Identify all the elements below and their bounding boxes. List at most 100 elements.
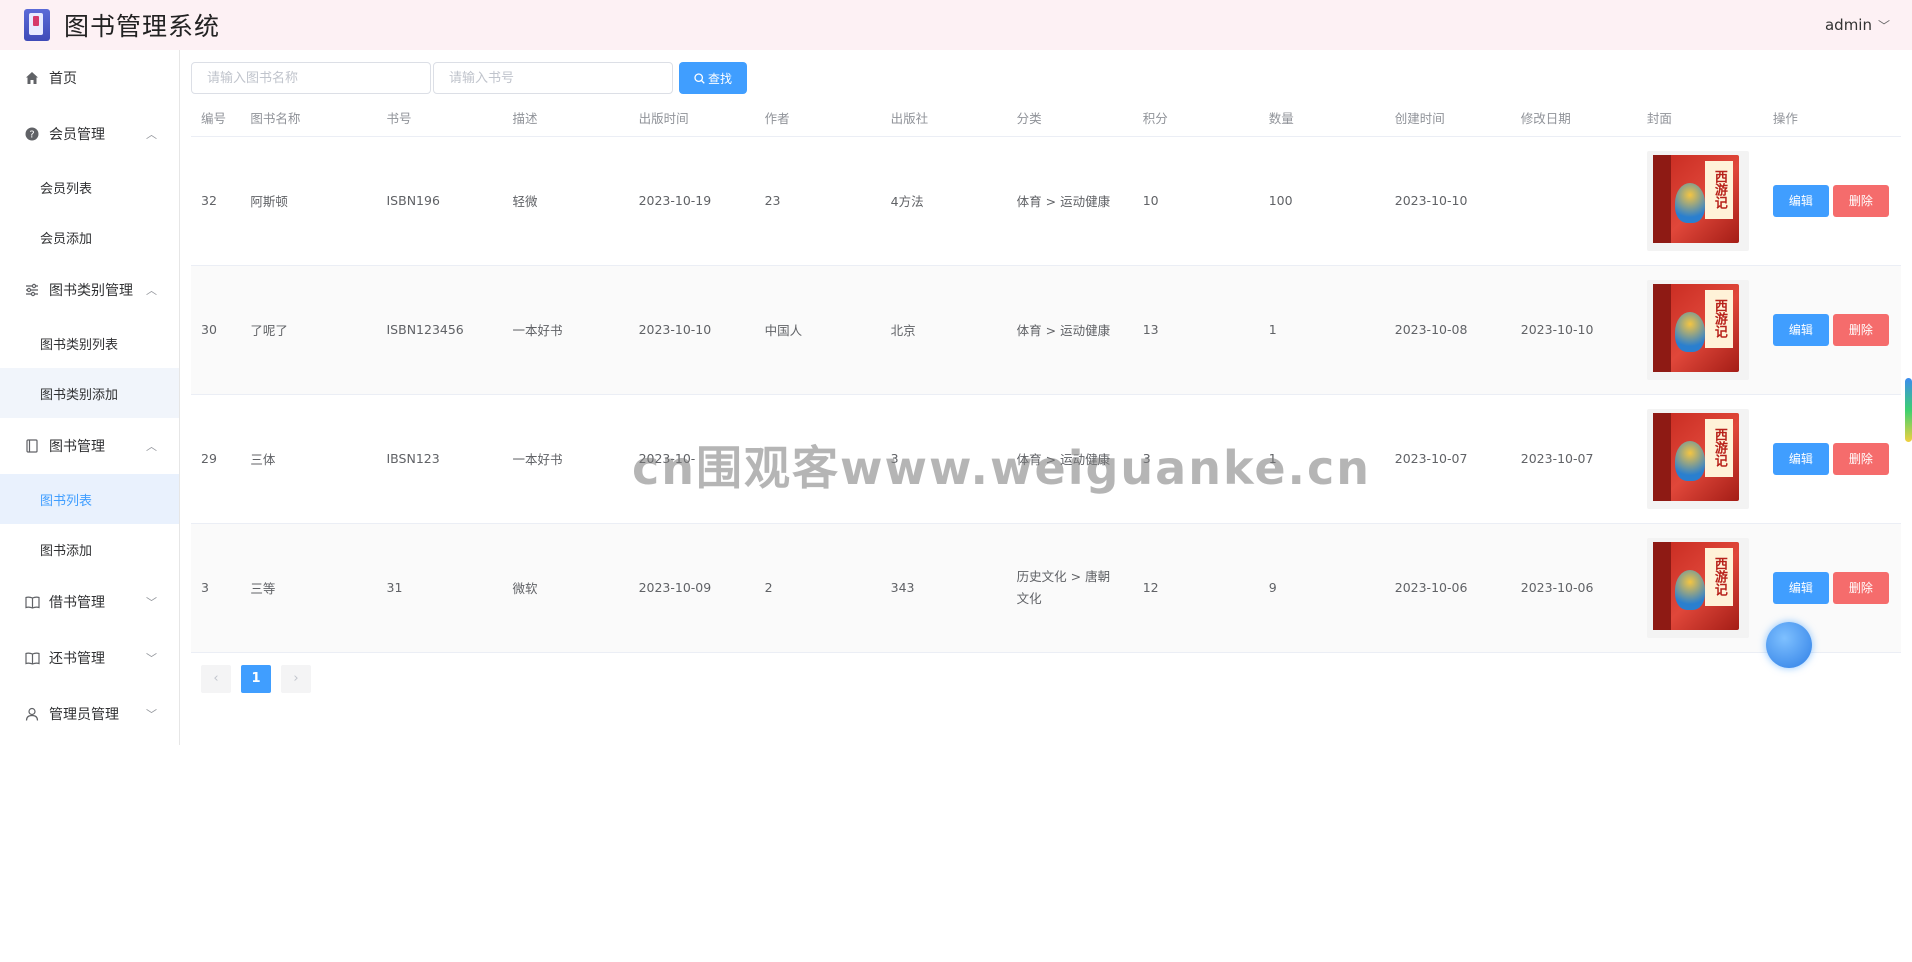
nav-admin-management[interactable]: 管理员管理 ﹀ — [0, 686, 179, 742]
column-header: 出版时间 — [628, 100, 755, 137]
cell-category: 历史文化 > 唐朝文化 — [1006, 523, 1133, 653]
isbn-input[interactable] — [433, 62, 673, 94]
cell-created: 2023-10-07 — [1384, 394, 1511, 524]
watermark-text: cn围观客www.weiguanke.cn — [632, 441, 1372, 495]
user-icon — [24, 706, 40, 722]
cell-actions: 编辑 删除 — [1762, 265, 1901, 395]
search-toolbar: 查找 — [191, 50, 1903, 94]
column-header: 分类 — [1006, 100, 1133, 137]
sidebar-item-member-list[interactable]: 会员列表 — [0, 162, 179, 212]
nav-borrow-management[interactable]: 借书管理 ﹀ — [0, 574, 179, 630]
home-icon — [24, 70, 40, 86]
cell-points: 12 — [1132, 523, 1259, 653]
column-header: 操作 — [1762, 100, 1901, 137]
chevron-up-icon: ︿ — [146, 128, 157, 141]
nav-member-label: 会员管理 — [49, 127, 105, 143]
delete-button[interactable]: 删除 — [1832, 442, 1889, 475]
nav-home-label: 首页 — [49, 71, 77, 87]
cell-id: 30 — [191, 265, 241, 395]
edit-button[interactable]: 编辑 — [1772, 184, 1829, 217]
column-header: 修改日期 — [1510, 100, 1637, 137]
sliders-icon — [24, 282, 40, 298]
cell-desc: 轻微 — [502, 136, 629, 266]
cell-name: 了呢了 — [240, 265, 377, 395]
cell-pub-date: 2023-10-19 — [628, 136, 755, 266]
chevron-up-icon: ︿ — [146, 440, 157, 453]
nav-category-label: 图书类别管理 — [49, 283, 133, 299]
cover-title: 西游记 — [1704, 547, 1733, 606]
sidebar-item-category-list[interactable]: 图书类别列表 — [0, 318, 179, 368]
sidebar-item-book-list[interactable]: 图书列表 — [0, 474, 179, 524]
pagination: ‹ 1 › — [201, 664, 1903, 693]
column-header: 作者 — [754, 100, 881, 137]
book-cover-image[interactable]: 西游记 — [1646, 150, 1749, 251]
floating-assistant-button[interactable] — [1766, 622, 1812, 668]
nav-return-management[interactable]: 还书管理 ﹀ — [0, 630, 179, 686]
delete-button[interactable]: 删除 — [1832, 184, 1889, 217]
delete-button[interactable]: 删除 — [1832, 313, 1889, 346]
cell-isbn: IBSN123 — [376, 394, 503, 524]
cell-qty: 9 — [1258, 523, 1385, 653]
nav-book-management[interactable]: 图书管理 ︿ — [0, 418, 179, 474]
book-cover-image[interactable]: 西游记 — [1646, 408, 1749, 509]
book-name-input[interactable] — [191, 62, 431, 94]
cell-publisher: 4方法 — [880, 136, 1007, 266]
cell-isbn: 31 — [376, 523, 503, 653]
cell-desc: 微软 — [502, 523, 629, 653]
cell-desc: 一本好书 — [502, 265, 629, 395]
nav-book-label: 图书管理 — [49, 439, 105, 455]
book-cover-image[interactable]: 西游记 — [1646, 279, 1749, 380]
edit-button[interactable]: 编辑 — [1772, 442, 1829, 475]
user-menu[interactable]: admin ﹀ — [1825, 16, 1890, 34]
brand: 图书管理系统 — [24, 7, 220, 43]
table-row: 3 三等 31 微软 2023-10-09 2 343 历史文化 > 唐朝文化 … — [191, 523, 1901, 653]
nav-category-management[interactable]: 图书类别管理 ︿ — [0, 262, 179, 318]
cell-name: 阿斯顿 — [240, 136, 377, 266]
edit-button[interactable]: 编辑 — [1772, 313, 1829, 346]
column-header: 描述 — [502, 100, 629, 137]
cell-isbn: ISBN196 — [376, 136, 503, 266]
column-header: 书号 — [376, 100, 503, 137]
prev-page-button[interactable]: ‹ — [201, 664, 231, 693]
cell-id: 3 — [191, 523, 241, 653]
cell-actions: 编辑 删除 — [1762, 394, 1901, 524]
chevron-up-icon: ︿ — [146, 284, 157, 297]
search-button[interactable]: 查找 — [679, 62, 747, 94]
column-header: 数量 — [1258, 100, 1385, 137]
next-page-button[interactable]: › — [281, 664, 311, 693]
cell-pub-date: 2023-10-10 — [628, 265, 755, 395]
nav-home[interactable]: 首页 — [0, 50, 179, 106]
cell-category: 体育 > 运动健康 — [1006, 136, 1133, 266]
cell-cover: 西游记 — [1636, 136, 1763, 266]
cell-pub-date: 2023-10-09 — [628, 523, 755, 653]
delete-button[interactable]: 删除 — [1832, 571, 1889, 604]
cell-publisher: 北京 — [880, 265, 1007, 395]
open-book-icon — [24, 594, 40, 610]
cell-modified: 2023-10-06 — [1510, 523, 1637, 653]
chevron-down-icon: ﹀ — [1877, 18, 1890, 33]
cell-modified: 2023-10-10 — [1510, 265, 1637, 395]
scrollbar-thumb[interactable] — [1905, 378, 1912, 442]
svg-text:?: ? — [29, 130, 34, 141]
cover-title: 西游记 — [1704, 418, 1733, 477]
column-header: 出版社 — [880, 100, 1007, 137]
sidebar-item-member-add[interactable]: 会员添加 — [0, 212, 179, 262]
column-header: 封面 — [1636, 100, 1763, 137]
app-title: 图书管理系统 — [64, 12, 221, 41]
cell-name: 三体 — [240, 394, 377, 524]
cell-author: 2 — [754, 523, 881, 653]
page-number-button[interactable]: 1 — [241, 664, 271, 693]
table-row: 32 阿斯顿 ISBN196 轻微 2023-10-19 23 4方法 体育 >… — [191, 136, 1901, 266]
edit-button[interactable]: 编辑 — [1772, 571, 1829, 604]
cell-created: 2023-10-10 — [1384, 136, 1511, 266]
sidebar-item-book-add[interactable]: 图书添加 — [0, 524, 179, 574]
nav-member-management[interactable]: ? 会员管理 ︿ — [0, 106, 179, 162]
column-header: 积分 — [1132, 100, 1259, 137]
book-cover-image[interactable]: 西游记 — [1646, 537, 1749, 638]
top-header: 图书管理系统 admin ﹀ — [0, 0, 1912, 50]
cell-desc: 一本好书 — [502, 394, 629, 524]
main-content: 查找 编号 图书名称 书号 描述 出版时间 作者 出版社 分类 积分 数量 创建… — [191, 50, 1903, 693]
nav-return-label: 还书管理 — [49, 651, 105, 667]
cell-id: 32 — [191, 136, 241, 266]
sidebar-item-category-add[interactable]: 图书类别添加 — [0, 368, 179, 418]
